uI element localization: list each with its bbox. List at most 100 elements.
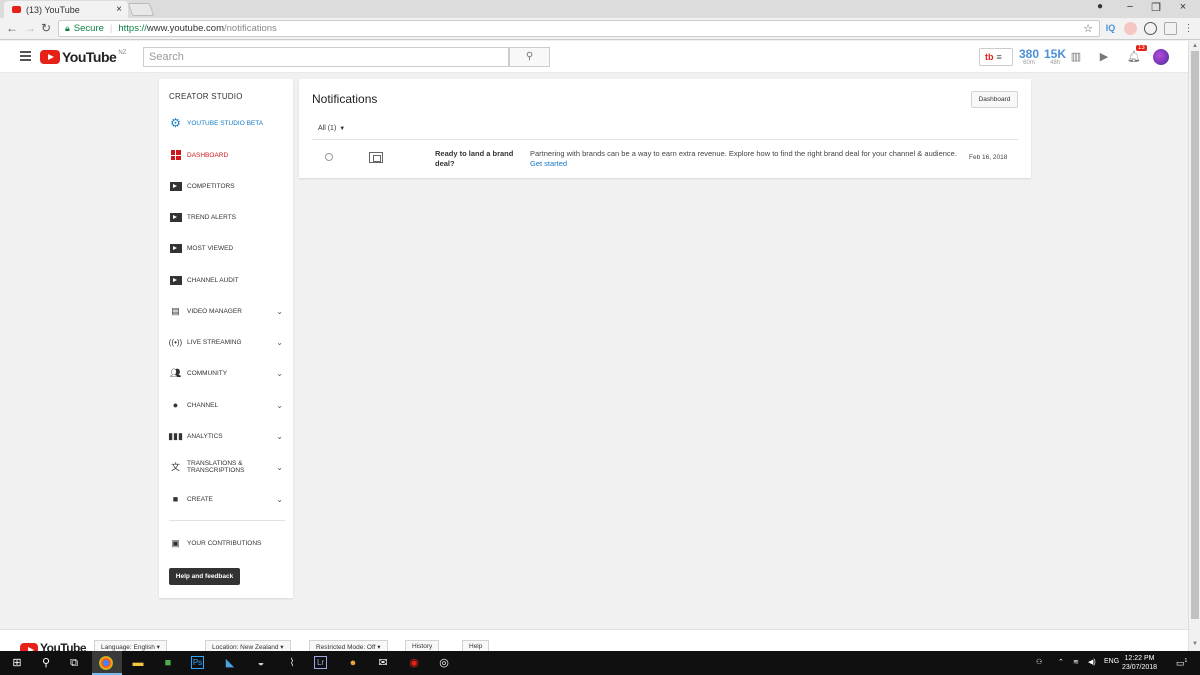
mail-icon[interactable]: ✉ xyxy=(375,655,391,671)
volume-icon[interactable]: ◀) xyxy=(1088,658,1096,666)
sidebar-item-translations[interactable]: 文 TRANSLATIONS & TRANSCRIPTIONS ⌄ xyxy=(159,455,293,479)
analytics-icon[interactable]: ▥ xyxy=(1069,50,1083,64)
people-icon[interactable]: ⚇ xyxy=(1036,658,1042,666)
bell-icon[interactable]: 🔔︎ xyxy=(1127,50,1141,64)
sidebar-item-analytics[interactable]: ▮▮▮ ANALYTICS ⌄ xyxy=(159,424,293,448)
tray-expand-icon[interactable]: ⌃ xyxy=(1058,658,1064,666)
back-icon[interactable]: ← xyxy=(4,21,20,35)
notification-title[interactable]: Ready to land a brand deal? xyxy=(435,149,521,168)
maximize-button[interactable]: ❐ xyxy=(1146,1,1166,14)
action-center-icon[interactable]: ▭1 xyxy=(1176,658,1187,669)
scrollbar-thumb[interactable] xyxy=(1191,51,1199,619)
sidebar-item-video-manager[interactable]: ▤ VIDEO MANAGER ⌄ xyxy=(159,299,293,323)
tab-close-icon[interactable]: × xyxy=(116,4,122,15)
sidebar-item-label: ANALYTICS xyxy=(187,432,223,440)
upload-video-icon[interactable]: ▶ xyxy=(1097,50,1111,64)
task-view-icon[interactable]: ⧉ xyxy=(66,655,82,671)
browser-tab[interactable]: (13) YouTube × xyxy=(4,1,128,18)
filter-label: All (1) xyxy=(318,125,337,132)
page-scrollbar[interactable]: ▲ ▼ xyxy=(1188,41,1200,651)
file-explorer-icon[interactable]: ▬ xyxy=(130,655,146,671)
sidebar-item-create[interactable]: ■ CREATE ⌄ xyxy=(159,487,293,511)
app-icon[interactable]: ● xyxy=(345,655,361,671)
windows-start-icon[interactable]: ⊞ xyxy=(9,655,25,671)
sidebar-item-contributions[interactable]: ▣ YOUR CONTRIBUTIONS xyxy=(159,531,293,555)
search-input[interactable]: Search xyxy=(143,47,509,67)
minimize-button[interactable]: − xyxy=(1120,1,1140,13)
menu-dots-icon[interactable]: ⋮ xyxy=(1182,22,1195,35)
store-icon[interactable]: ■ xyxy=(160,655,176,671)
url-field[interactable]: 🔒︎ Secure | https://www.youtube.com/noti… xyxy=(58,20,1100,37)
input-language[interactable]: ENG xyxy=(1104,658,1119,665)
app-icon[interactable]: ◎ xyxy=(436,655,452,671)
chevron-down-icon[interactable]: ⌄ xyxy=(276,338,283,347)
scroll-down-icon[interactable]: ▼ xyxy=(1192,641,1198,647)
sidebar-item-studio-beta[interactable]: ⚙ YOUTUBE STUDIO BETA xyxy=(159,111,293,135)
live-icon: ((•)) xyxy=(168,337,183,347)
block-extension-icon[interactable] xyxy=(1144,22,1157,35)
windows-taskbar: ⊞ ⚲ ⧉ ▬ ■ Ps ◣ ◒ ⌇ Lr ● ✉ ◉ ◎ ⚇ ⌃ ≋ ◀) E… xyxy=(0,651,1200,675)
youtube-logo[interactable]: YouTube NZ xyxy=(40,49,126,65)
bar-chart-icon: ▮▮▮ xyxy=(168,430,183,441)
tubebuddy-icon xyxy=(169,275,182,286)
sidebar-item-label: CHANNEL AUDIT xyxy=(187,276,239,284)
network-icon[interactable]: ≋ xyxy=(1073,658,1079,666)
tubebuddy-icon xyxy=(169,181,182,192)
sidebar-item-channel[interactable]: ● CHANNEL ⌄ xyxy=(159,393,293,417)
search-button[interactable]: ⚲ xyxy=(509,47,550,67)
sidebar-item-trend-alerts[interactable]: TREND ALERTS xyxy=(159,205,293,229)
avatar[interactable] xyxy=(1153,49,1169,65)
tubebuddy-menu-button[interactable]: tb ≡ xyxy=(979,48,1013,66)
lightroom-icon[interactable]: Lr xyxy=(314,656,327,669)
extension-box-icon[interactable] xyxy=(1164,22,1177,35)
taskbar-clock[interactable]: 12:22 PM 23/07/2018 xyxy=(1122,654,1157,672)
account-icon: ● xyxy=(172,400,179,410)
sidebar-item-community[interactable]: 👥︎ COMMUNITY ⌄ xyxy=(159,361,293,385)
new-tab-button[interactable] xyxy=(127,3,155,16)
chrome-icon[interactable] xyxy=(99,656,113,670)
url-separator: | xyxy=(109,23,113,34)
realtime-views-48h[interactable]: 15K 48h xyxy=(1044,47,1066,66)
panel-divider xyxy=(312,139,1018,140)
chevron-down-icon[interactable]: ⌄ xyxy=(276,307,283,316)
notification-date: Feb 16, 2018 xyxy=(969,154,1008,161)
notifications-panel: Notifications Dashboard All (1) ▼ Ready t… xyxy=(299,79,1031,178)
notification-filter-dropdown[interactable]: All (1) ▼ xyxy=(318,125,345,132)
sidebar-item-most-viewed[interactable]: MOST VIEWED xyxy=(159,236,293,260)
mark-read-radio[interactable] xyxy=(325,153,333,161)
people-icon: 👥︎ xyxy=(169,367,182,378)
sidebar-item-label: CHANNEL xyxy=(187,401,219,409)
window-close-button[interactable]: × xyxy=(1173,1,1193,13)
hamburger-menu-icon[interactable] xyxy=(20,51,31,61)
photoshop-icon[interactable]: Ps xyxy=(191,656,204,669)
sidebar-item-label: DASHBOARD xyxy=(187,151,229,159)
address-bar: ← → ↻ 🔒︎ Secure | https://www.youtube.co… xyxy=(0,18,1200,40)
chevron-down-icon[interactable]: ⌄ xyxy=(276,495,283,504)
search-icon[interactable]: ⚲ xyxy=(38,655,54,671)
chevron-down-icon[interactable]: ⌄ xyxy=(276,369,283,378)
help-feedback-button[interactable]: Help and feedback xyxy=(169,568,240,585)
app-icon[interactable]: ◒ xyxy=(253,655,269,671)
bookmark-star-icon[interactable]: ☆ xyxy=(1083,22,1093,35)
sidebar-item-dashboard[interactable]: DASHBOARD xyxy=(159,143,293,167)
realtime-views-60m[interactable]: 380 60m xyxy=(1019,47,1039,66)
iq-extension-icon[interactable]: IQ xyxy=(1104,22,1117,35)
chevron-down-icon[interactable]: ⌄ xyxy=(276,432,283,441)
sidebar-item-channel-audit[interactable]: CHANNEL AUDIT xyxy=(159,268,293,292)
chevron-down-icon[interactable]: ⌄ xyxy=(276,463,283,471)
app-icon[interactable]: ⌇ xyxy=(284,655,300,671)
scroll-up-icon[interactable]: ▲ xyxy=(1192,43,1198,49)
profile-icon[interactable]: ● xyxy=(1090,1,1110,12)
app-icon[interactable]: ◉ xyxy=(406,655,422,671)
get-started-link[interactable]: Get started xyxy=(530,159,567,168)
dashboard-button[interactable]: Dashboard xyxy=(971,91,1018,108)
extension-icon[interactable] xyxy=(1124,22,1137,35)
lock-icon: 🔒︎ xyxy=(65,23,70,33)
sidebar-item-competitors[interactable]: COMPETITORS xyxy=(159,174,293,198)
reload-icon[interactable]: ↻ xyxy=(38,21,54,35)
secure-label: Secure xyxy=(73,23,104,34)
forward-icon[interactable]: → xyxy=(22,21,38,35)
app-icon[interactable]: ◣ xyxy=(222,655,238,671)
sidebar-item-live-streaming[interactable]: ((•)) LIVE STREAMING ⌄ xyxy=(159,330,293,354)
chevron-down-icon[interactable]: ⌄ xyxy=(276,401,283,410)
